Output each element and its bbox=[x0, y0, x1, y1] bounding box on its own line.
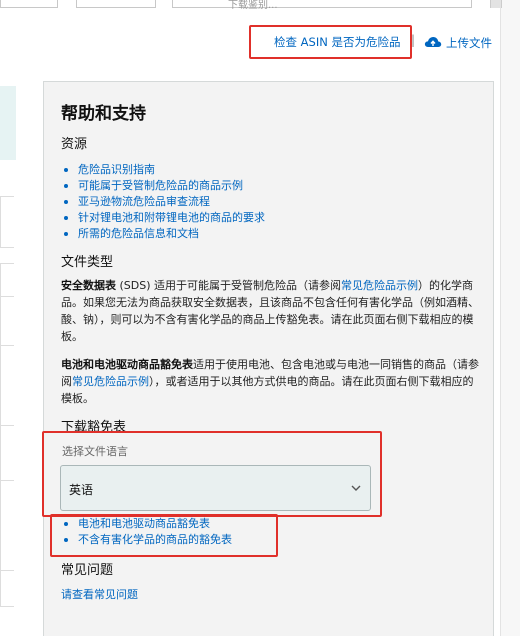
panel-title: 帮助和支持 bbox=[61, 104, 146, 124]
resource-link[interactable]: 针对锂电池和附带锂电池的商品的要求 bbox=[62, 210, 265, 226]
cloud-upload-icon[interactable] bbox=[424, 35, 442, 49]
left-divider bbox=[0, 196, 14, 197]
upload-file-link[interactable]: 上传文件 bbox=[446, 35, 492, 51]
battery-title: 电池和电池驱动商品豁免表 bbox=[61, 358, 193, 371]
resource-link[interactable]: 所需的危险品信息和文档 bbox=[62, 226, 265, 242]
resource-link[interactable]: 亚马逊物流危险品审查流程 bbox=[62, 194, 265, 210]
annotation-box-language-select bbox=[42, 431, 382, 517]
top-input-middle[interactable] bbox=[76, 0, 156, 8]
faq-link[interactable]: 请查看常见问题 bbox=[61, 586, 138, 602]
battery-paragraph: 电池和电池驱动商品豁免表适用于使用电池、包含电池或与电池一同销售的商品（请参阅常… bbox=[61, 358, 479, 405]
top-input-left[interactable] bbox=[0, 0, 58, 8]
resource-link[interactable]: 危险品识别指南 bbox=[62, 162, 265, 178]
sds-paragraph: 安全数据表 (SDS) 适用于可能属于受管制危险品（请参阅常见危险品示例）的化学… bbox=[61, 279, 479, 343]
annotation-box-downloads bbox=[50, 514, 278, 557]
left-divider bbox=[0, 606, 14, 607]
top-select[interactable] bbox=[172, 0, 472, 8]
scrollbar-thumb[interactable] bbox=[490, 0, 502, 8]
left-divider bbox=[0, 570, 14, 571]
resource-link[interactable]: 可能属于受管制危险品的商品示例 bbox=[62, 178, 265, 194]
annotation-box-check-asin bbox=[249, 25, 412, 59]
common-dg-examples-link[interactable]: 常见危险品示例 bbox=[341, 279, 418, 292]
left-divider bbox=[0, 425, 14, 426]
left-panel-highlight bbox=[0, 86, 16, 160]
left-divider bbox=[0, 345, 14, 346]
top-select-text: 下载鉴别... bbox=[228, 0, 278, 11]
left-divider bbox=[0, 296, 14, 297]
left-divider bbox=[0, 480, 14, 481]
left-divider bbox=[0, 263, 14, 264]
file-types-heading: 文件类型 bbox=[61, 255, 114, 270]
left-border bbox=[0, 263, 1, 607]
common-dg-examples-link[interactable]: 常见危险品示例 bbox=[72, 375, 149, 388]
left-border bbox=[0, 196, 1, 248]
sds-title: 安全数据表 bbox=[61, 279, 116, 292]
faq-heading: 常见问题 bbox=[61, 563, 114, 578]
page-scrollbar[interactable] bbox=[500, 0, 520, 636]
left-divider bbox=[0, 247, 14, 248]
resources-list: 危险品识别指南 可能属于受管制危险品的商品示例 亚马逊物流危险品审查流程 针对锂… bbox=[62, 162, 265, 242]
resources-heading: 资源 bbox=[61, 137, 88, 152]
